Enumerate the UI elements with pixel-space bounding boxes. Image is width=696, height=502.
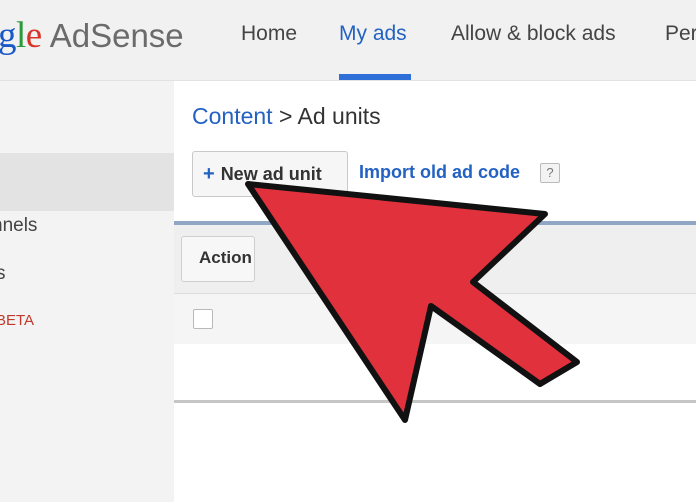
top-header: gle AdSense Home My ads Allow & block ads…	[0, 0, 696, 81]
breadcrumb-separator: >	[278, 103, 293, 129]
adsense-logo[interactable]: gle AdSense	[0, 14, 184, 57]
sidebar-item-channels[interactable]: nnels	[0, 215, 37, 237]
nav-tab-performance[interactable]: Per	[665, 22, 696, 52]
breadcrumb: Content > Ad units	[192, 103, 381, 130]
nav-tab-my-ads[interactable]: My ads	[339, 22, 407, 52]
sidebar-item[interactable]: s	[0, 263, 6, 285]
table-bottom-border	[174, 400, 696, 403]
new-ad-unit-label: New ad unit	[220, 163, 322, 184]
new-ad-unit-button[interactable]: + New ad unit	[192, 151, 348, 197]
table-row	[174, 344, 696, 396]
breadcrumb-current: Ad units	[297, 103, 381, 129]
logo-letter: e	[25, 15, 42, 56]
logo-letter: g	[0, 15, 17, 56]
table-header-row	[174, 293, 696, 345]
sidebar: nnels s BETA	[0, 81, 174, 502]
action-button[interactable]: Action	[181, 236, 255, 282]
breadcrumb-link-content[interactable]: Content	[192, 103, 273, 129]
plus-icon: +	[203, 162, 215, 185]
sidebar-item-selected[interactable]	[0, 153, 174, 211]
help-icon[interactable]: ?	[540, 163, 560, 183]
select-all-checkbox[interactable]	[193, 309, 213, 329]
nav-tab-home[interactable]: Home	[241, 22, 297, 52]
logo-product-name: AdSense	[49, 17, 184, 54]
logo-letter: l	[16, 15, 26, 56]
active-tab-indicator	[339, 74, 411, 80]
nav-tab-allow-block-ads[interactable]: Allow & block ads	[451, 22, 616, 52]
sidebar-item-beta[interactable]: BETA	[0, 312, 34, 329]
import-old-ad-code-link[interactable]: Import old ad code	[359, 162, 520, 183]
